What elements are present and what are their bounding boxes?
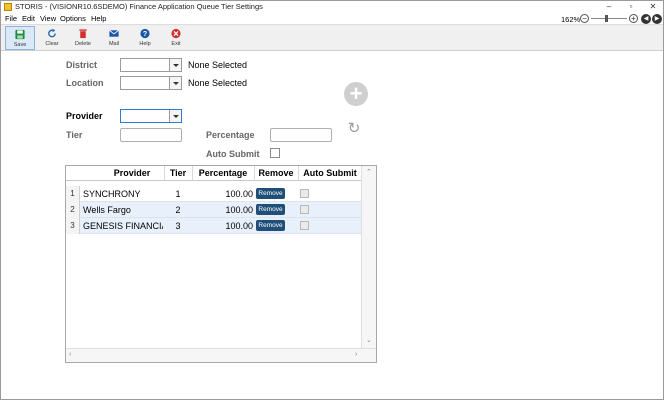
app-logo-icon (4, 3, 12, 11)
menu-view[interactable]: View (40, 14, 56, 23)
auto-submit-cell-checkbox[interactable] (300, 189, 309, 198)
auto-submit-label: Auto Submit (206, 149, 260, 159)
cell-tier: 1 (175, 189, 181, 199)
remove-button[interactable]: Remove (256, 220, 285, 231)
svg-text:?: ? (143, 29, 148, 38)
column-tier[interactable]: Tier (165, 168, 191, 178)
tier-label: Tier (66, 130, 83, 140)
provider-select[interactable] (120, 109, 182, 123)
provider-label: Provider (66, 111, 103, 121)
table-row[interactable]: 3 GENESIS FINANCIAL 3 100.00 Remove (66, 218, 362, 234)
column-percentage[interactable]: Percentage (193, 168, 253, 178)
add-button[interactable]: + (344, 82, 368, 106)
scroll-up-icon[interactable]: ⌃ (366, 168, 372, 176)
app-window: STORIS - (VISIONR10.6SDEMO) Finance Appl… (0, 0, 664, 400)
zoom-level: 162% (561, 15, 581, 24)
save-icon (15, 29, 25, 40)
zoom-slider-thumb[interactable] (605, 15, 608, 22)
title-bar: STORIS - (VISIONR10.6SDEMO) Finance Appl… (1, 1, 663, 13)
grid-header: Provider Tier Percentage Remove Auto Sub… (66, 166, 362, 181)
provider-grid: Provider Tier Percentage Remove Auto Sub… (65, 165, 377, 363)
tier-input[interactable] (120, 128, 182, 142)
location-value: None Selected (188, 78, 248, 88)
vertical-scrollbar[interactable]: ⌃ ⌄ (361, 166, 376, 348)
horizontal-scrollbar[interactable]: ‹ › (66, 348, 376, 362)
forward-arrow-icon[interactable]: ▶ (652, 14, 662, 24)
clear-button[interactable]: Clear (37, 26, 67, 50)
scroll-right-icon[interactable]: › (355, 351, 357, 358)
exit-label: Exit (171, 41, 181, 47)
cell-percentage: 100.00 (225, 221, 253, 231)
row-number: 2 (66, 202, 80, 218)
column-auto-submit[interactable]: Auto Submit (299, 168, 361, 178)
reset-icon[interactable]: ↻ (346, 121, 362, 137)
cell-percentage: 100.00 (225, 189, 253, 199)
plus-icon: + (349, 81, 363, 106)
cell-provider: GENESIS FINANCIAL (83, 221, 163, 231)
zoom-out-icon[interactable]: − (580, 14, 589, 23)
mail-button[interactable]: Mail (99, 26, 129, 50)
mail-icon (109, 29, 119, 37)
district-select[interactable] (120, 58, 182, 72)
delete-label: Delete (75, 41, 91, 47)
cell-tier: 2 (175, 205, 181, 215)
menu-edit[interactable]: Edit (22, 14, 35, 23)
help-button[interactable]: ? Help (130, 26, 160, 50)
row-number: 3 (66, 218, 80, 234)
table-row[interactable]: 2 Wells Fargo 2 100.00 Remove (66, 202, 362, 218)
location-select[interactable] (120, 76, 182, 90)
zoom-slider[interactable] (591, 18, 627, 19)
auto-submit-cell-checkbox[interactable] (300, 205, 309, 214)
scroll-down-icon[interactable]: ⌄ (366, 336, 372, 344)
chevron-down-icon[interactable] (169, 110, 181, 122)
cell-tier: 3 (175, 221, 181, 231)
row-number: 1 (66, 186, 80, 202)
auto-submit-checkbox[interactable] (270, 148, 280, 158)
location-label: Location (66, 78, 104, 88)
back-arrow-icon[interactable]: ◀ (641, 14, 651, 24)
help-label: Help (139, 41, 151, 47)
district-value: None Selected (188, 60, 248, 70)
percentage-label: Percentage (206, 130, 255, 140)
toolbar: Save Clear Delete Mail ? Help Exit (1, 24, 663, 51)
cell-provider: Wells Fargo (83, 205, 131, 215)
close-icon (171, 28, 181, 39)
column-remove[interactable]: Remove (255, 168, 297, 178)
trash-icon (79, 29, 87, 39)
auto-submit-cell-checkbox[interactable] (300, 221, 309, 230)
exit-button[interactable]: Exit (161, 26, 191, 50)
clear-label: Clear (45, 41, 59, 47)
close-window-button[interactable]: ✕ (645, 1, 661, 12)
cell-percentage: 100.00 (225, 205, 253, 215)
table-row[interactable]: 1 SYNCHRONY 1 100.00 Remove (66, 186, 362, 202)
percentage-input[interactable] (270, 128, 332, 142)
menu-help[interactable]: Help (91, 14, 106, 23)
refresh-icon (48, 28, 56, 38)
remove-button[interactable]: Remove (256, 204, 285, 215)
help-icon: ? (140, 28, 150, 39)
window-title: STORIS - (VISIONR10.6SDEMO) Finance Appl… (15, 2, 263, 11)
minimize-button[interactable]: – (601, 1, 617, 12)
cell-provider: SYNCHRONY (83, 189, 141, 199)
district-label: District (66, 60, 98, 70)
save-label: Save (13, 42, 27, 48)
remove-button[interactable]: Remove (256, 188, 285, 199)
menu-bar: File Edit View Options Help 162% − + ◀ ▶ (1, 13, 663, 24)
chevron-down-icon[interactable] (169, 77, 181, 89)
save-button[interactable]: Save (5, 26, 35, 50)
mail-label: Mail (108, 41, 120, 47)
chevron-down-icon[interactable] (169, 59, 181, 71)
menu-options[interactable]: Options (60, 14, 86, 23)
menu-file[interactable]: File (5, 14, 17, 23)
delete-button[interactable]: Delete (68, 26, 98, 50)
maximize-button[interactable]: ▫ (623, 1, 639, 12)
zoom-in-icon[interactable]: + (629, 14, 638, 23)
scroll-left-icon[interactable]: ‹ (69, 351, 71, 358)
